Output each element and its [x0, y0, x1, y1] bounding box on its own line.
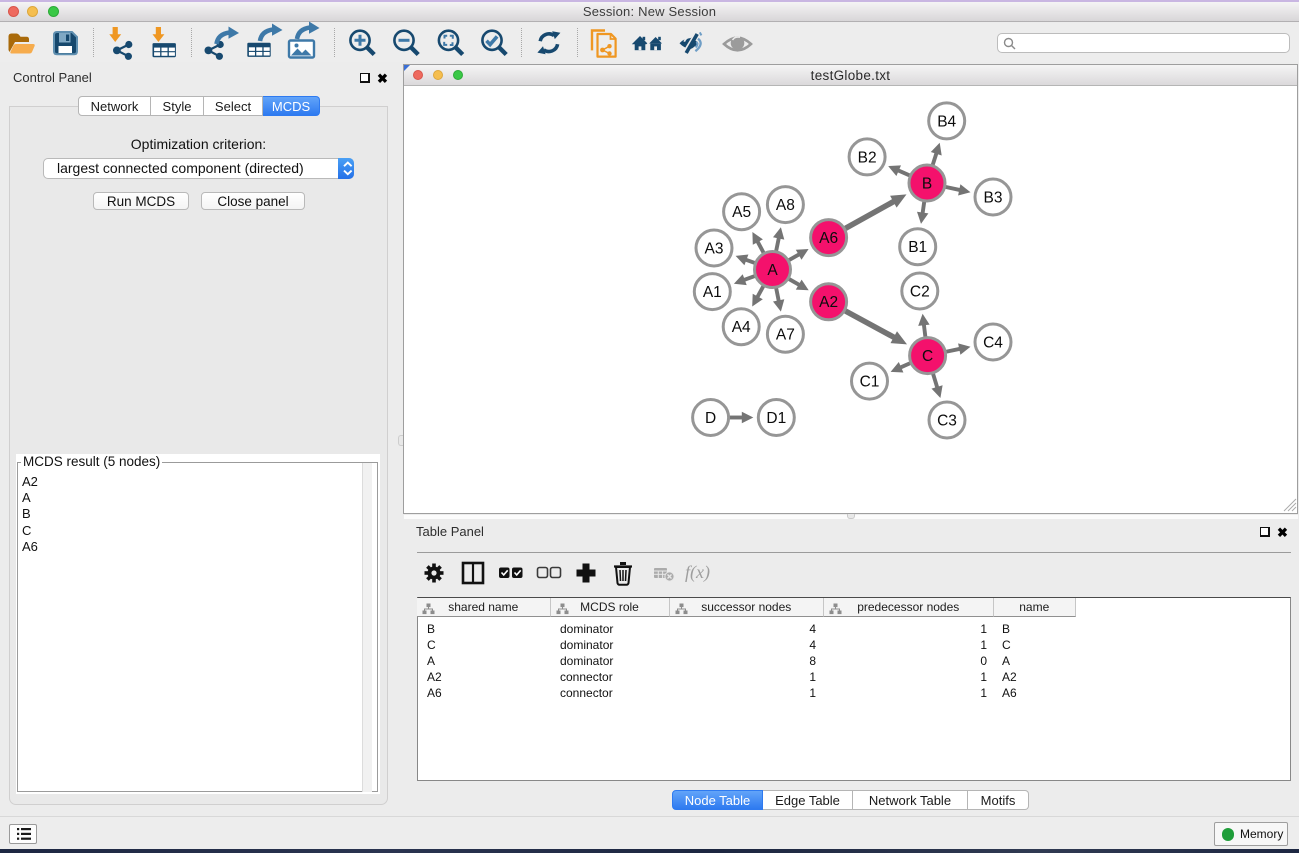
svg-text:A8: A8	[776, 197, 795, 214]
svg-text:A3: A3	[705, 240, 724, 257]
svg-text:B3: B3	[984, 189, 1003, 206]
svg-text:C4: C4	[983, 334, 1003, 351]
svg-text:A7: A7	[776, 327, 795, 344]
svg-text:B4: B4	[937, 113, 956, 130]
svg-text:A6: A6	[819, 230, 838, 247]
svg-text:A1: A1	[703, 284, 722, 301]
svg-text:A: A	[767, 262, 778, 279]
svg-text:D: D	[705, 410, 716, 427]
svg-text:A2: A2	[819, 294, 838, 311]
svg-text:C3: C3	[937, 412, 957, 429]
svg-text:A4: A4	[732, 319, 751, 336]
svg-text:C1: C1	[860, 374, 880, 391]
svg-text:B2: B2	[858, 149, 877, 166]
svg-text:B1: B1	[908, 239, 927, 256]
svg-text:D1: D1	[766, 410, 786, 427]
svg-text:A5: A5	[732, 204, 751, 221]
svg-text:C2: C2	[910, 283, 930, 300]
svg-text:C: C	[922, 348, 933, 365]
svg-text:B: B	[922, 175, 932, 192]
